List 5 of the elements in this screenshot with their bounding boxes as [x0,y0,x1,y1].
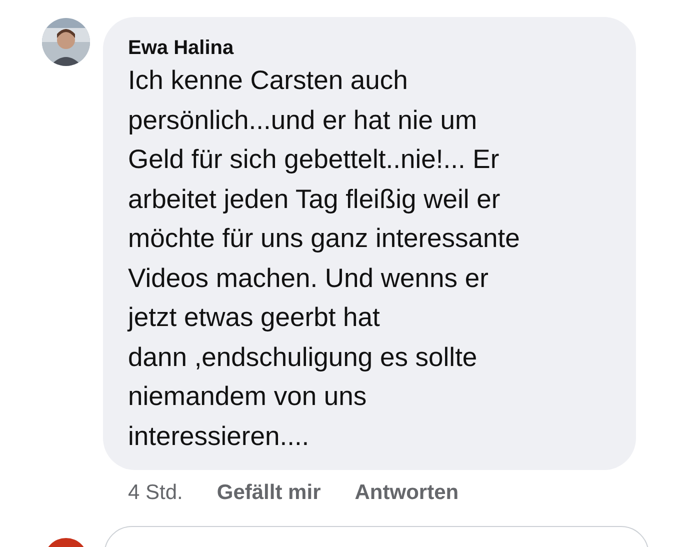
author-name: Ewa Halina [128,36,235,61]
comment-text: Ich kenne Carsten auch persönlich...und er hat nie um Geld für sich gebettelt..nie!... Er arbeitet jeden Tag fleißig weil er möchte für uns ganz interessante Videos machen. Und wenns er jetzt etwas geerbt hat dann ,endschuligung es sollte niemandem von uns interessieren.... [128,64,521,452]
like-link[interactable]: Gefällt mir [216,481,321,505]
timestamp: 4 Std. [128,481,183,505]
reply-link[interactable]: Antworten [354,481,459,505]
